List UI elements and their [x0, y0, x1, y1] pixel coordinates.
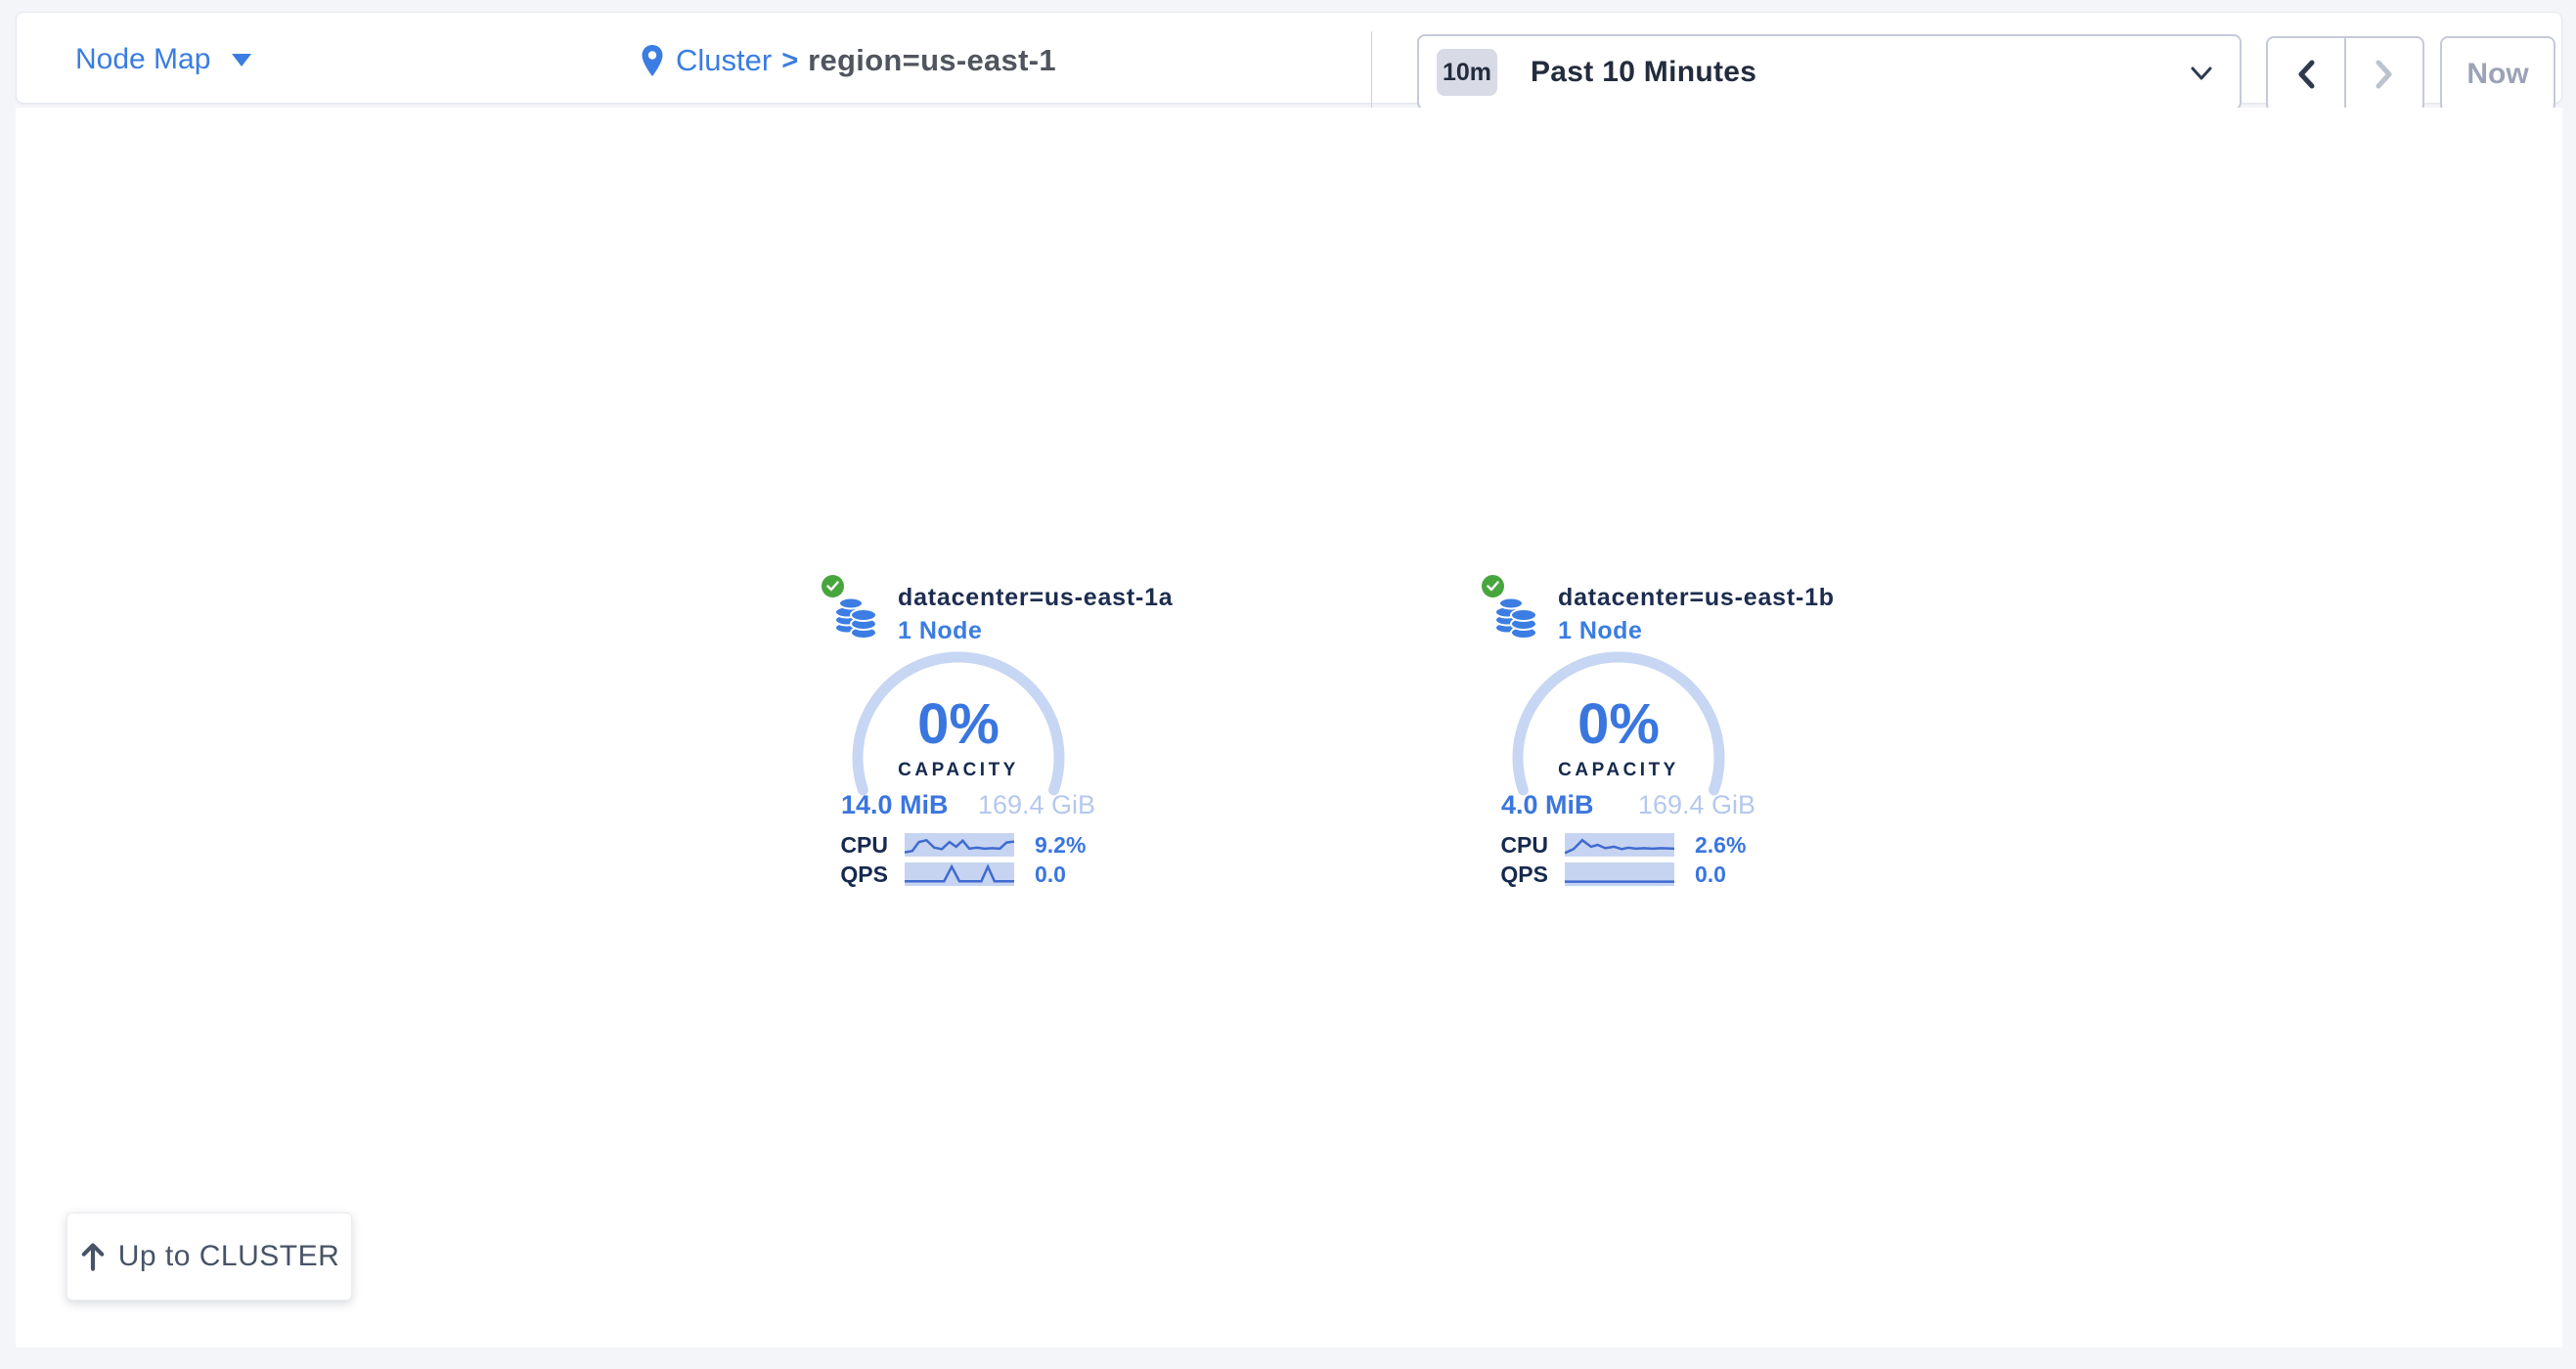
cpu-sparkline: [1565, 833, 1674, 857]
cpu-metric-row: CPU 2.6%: [1452, 833, 1785, 857]
capacity-total-value: 169.4 GiB: [978, 790, 1095, 820]
chevron-left-icon: [2293, 58, 2319, 91]
breadcrumb-separator: >: [781, 45, 798, 77]
cpu-label: CPU: [1452, 833, 1548, 857]
node-map-page: Node Map Cluster > region=us-east-1 10m …: [0, 0, 2576, 1369]
cpu-sparkline: [905, 833, 1014, 857]
healthy-status-icon: [1482, 575, 1504, 597]
chevron-down-icon: [2191, 66, 2212, 82]
time-range-dropdown[interactable]: 10m Past 10 Minutes: [1417, 34, 2242, 110]
time-range-badge: 10m: [1437, 49, 1497, 96]
time-next-button[interactable]: [2344, 38, 2422, 110]
breadcrumb: Cluster > region=us-east-1: [641, 40, 1056, 81]
chevron-right-icon: [2372, 58, 2397, 91]
qps-metric-row: QPS 0.0: [792, 862, 1125, 886]
locality-card-us-east-1b[interactable]: datacenter=us-east-1b 1 Node 0% CAPACITY…: [1452, 567, 1785, 929]
capacity-label: CAPACITY: [792, 760, 1125, 781]
capacity-total-value: 169.4 GiB: [1638, 790, 1755, 820]
capacity-used-value: 14.0 MiB: [841, 790, 949, 820]
capacity-used-value: 4.0 MiB: [1501, 790, 1594, 820]
qps-sparkline: [1565, 862, 1674, 886]
time-nav-group: [2266, 36, 2424, 112]
topbar: Node Map Cluster > region=us-east-1 10m …: [16, 12, 2562, 104]
capacity-percent: 0%: [792, 696, 1125, 753]
qps-value: 0.0: [1695, 862, 1726, 886]
cpu-value: 2.6%: [1695, 833, 1746, 857]
breadcrumb-cluster-link[interactable]: Cluster: [676, 43, 772, 78]
qps-metric-row: QPS 0.0: [1452, 862, 1785, 886]
location-pin-icon: [641, 44, 664, 77]
time-prev-button[interactable]: [2268, 38, 2344, 110]
qps-sparkline: [905, 862, 1014, 886]
caret-down-icon: [232, 54, 251, 66]
node-map-canvas: datacenter=us-east-1a 1 Node 0% CAPACITY…: [16, 108, 2562, 1347]
now-button[interactable]: Now: [2440, 36, 2555, 112]
capacity-percent: 0%: [1452, 696, 1785, 753]
qps-value: 0.0: [1035, 862, 1066, 886]
qps-label: QPS: [1452, 862, 1548, 886]
view-selector-label: Node Map: [75, 41, 210, 78]
locality-card-us-east-1a[interactable]: datacenter=us-east-1a 1 Node 0% CAPACITY…: [792, 567, 1125, 929]
qps-label: QPS: [792, 862, 888, 886]
up-to-cluster-button[interactable]: Up to CLUSTER: [67, 1213, 352, 1301]
cpu-value: 9.2%: [1035, 833, 1086, 857]
breadcrumb-current: region=us-east-1: [808, 43, 1056, 78]
cpu-metric-row: CPU 9.2%: [792, 833, 1125, 857]
up-to-cluster-label: Up to CLUSTER: [118, 1240, 340, 1273]
capacity-label: CAPACITY: [1452, 760, 1785, 781]
arrow-up-icon: [79, 1242, 107, 1271]
time-range-label: Past 10 Minutes: [1531, 56, 1756, 89]
healthy-status-icon: [822, 575, 844, 597]
topbar-divider: [1371, 31, 1372, 110]
view-selector-dropdown[interactable]: Node Map: [75, 41, 251, 78]
cpu-label: CPU: [792, 833, 888, 857]
